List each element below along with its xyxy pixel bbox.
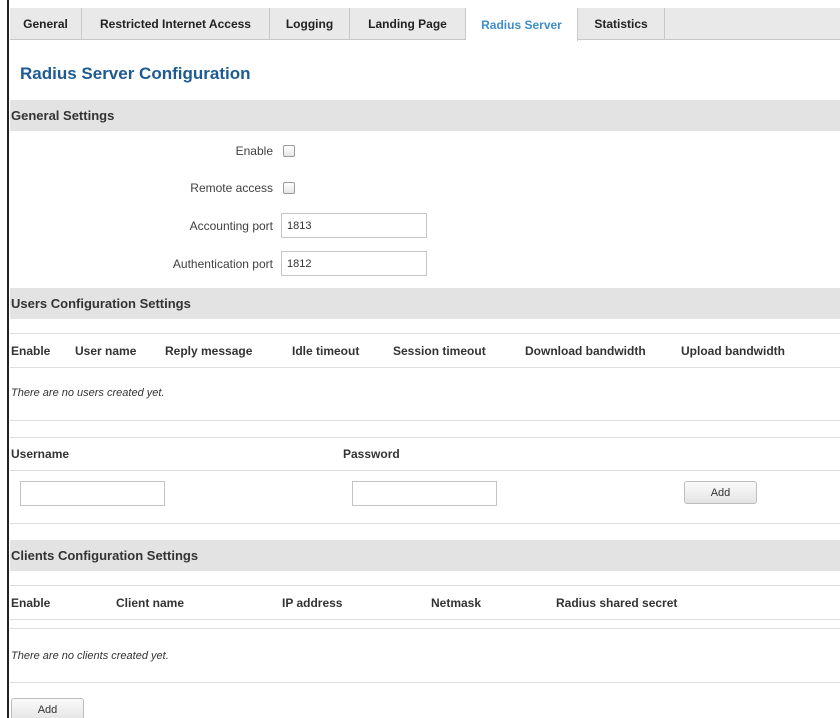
- password-label: Password: [343, 447, 400, 461]
- users-empty-message: There are no users created yet.: [11, 387, 165, 399]
- add-user-header-border: [10, 470, 840, 471]
- authentication-port-input[interactable]: [281, 251, 427, 276]
- tab-statistics[interactable]: Statistics: [578, 8, 665, 39]
- users-col-session-timeout: Session timeout: [393, 344, 486, 358]
- tab-landing-page[interactable]: Landing Page: [350, 8, 466, 39]
- page-title: Radius Server Configuration: [20, 64, 251, 83]
- clients-table-bottom-border: [10, 682, 840, 683]
- clients-col-ip-address: IP address: [282, 596, 343, 610]
- authentication-port-label: Authentication port: [172, 257, 273, 271]
- clients-table-body-border: [10, 628, 840, 629]
- enable-label: Enable: [235, 144, 273, 158]
- clients-settings-heading: Clients Configuration Settings: [10, 540, 840, 571]
- username-input[interactable]: [20, 481, 165, 506]
- users-col-download-bandwidth: Download bandwidth: [525, 344, 646, 358]
- tab-bar: General Restricted Internet Access Loggi…: [10, 8, 840, 41]
- general-settings-heading: General Settings: [10, 100, 840, 131]
- left-frame-border: [0, 0, 9, 718]
- clients-col-netmask: Netmask: [431, 596, 482, 610]
- accounting-port-label: Accounting port: [189, 219, 273, 233]
- tab-logging[interactable]: Logging: [270, 8, 350, 39]
- users-settings-heading: Users Configuration Settings: [10, 288, 840, 319]
- clients-col-client-name: Client name: [116, 596, 185, 610]
- users-table-header-border: [10, 367, 840, 368]
- remote-access-checkbox[interactable]: [283, 182, 295, 194]
- tab-general[interactable]: General: [10, 8, 82, 39]
- username-label: Username: [11, 447, 70, 461]
- clients-col-enable: Enable: [11, 596, 51, 610]
- enable-checkbox[interactable]: [283, 145, 295, 157]
- users-col-username: User name: [75, 344, 137, 358]
- tab-radius-server[interactable]: Radius Server: [466, 8, 578, 41]
- users-col-upload-bandwidth: Upload bandwidth: [681, 344, 785, 358]
- clients-table-top-border: [10, 585, 840, 586]
- tab-restricted-internet-access[interactable]: Restricted Internet Access: [82, 8, 270, 39]
- add-client-button[interactable]: Add: [11, 698, 84, 718]
- users-col-reply-message: Reply message: [165, 344, 253, 358]
- add-user-top-border: [10, 437, 840, 438]
- users-col-enable: Enable: [11, 344, 51, 358]
- add-user-bottom-border: [10, 523, 840, 524]
- remote-access-label: Remote access: [190, 181, 273, 195]
- clients-empty-message: There are no clients created yet.: [11, 650, 169, 662]
- add-user-button[interactable]: Add: [684, 481, 757, 504]
- clients-table-header-border: [10, 619, 840, 620]
- accounting-port-input[interactable]: [281, 213, 427, 238]
- users-table-bottom-border: [10, 420, 840, 421]
- clients-col-radius-shared-secret: Radius shared secret: [556, 596, 678, 610]
- users-table-top-border: [10, 333, 840, 334]
- password-input[interactable]: [352, 481, 497, 506]
- users-col-idle-timeout: Idle timeout: [292, 344, 360, 358]
